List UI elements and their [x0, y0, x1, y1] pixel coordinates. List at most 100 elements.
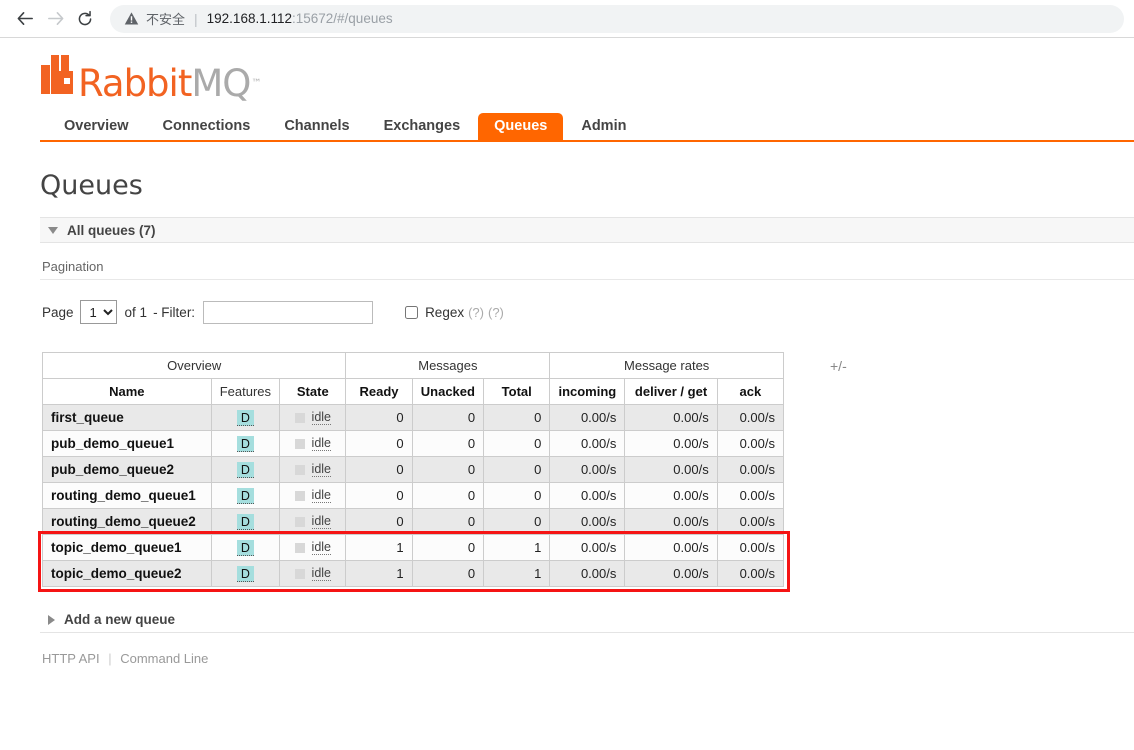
queue-name-link[interactable]: pub_demo_queue2 [42, 456, 212, 483]
tab-overview[interactable]: Overview [48, 113, 145, 141]
state-text[interactable]: idle [311, 410, 332, 425]
queue-deliver-get-rate-cell: 0.00/s [624, 482, 718, 509]
forward-arrow-icon [46, 9, 65, 28]
not-secure-warning-icon[interactable] [124, 11, 139, 26]
queue-total-cell: 0 [483, 482, 551, 509]
group-header-overview: Overview [41, 352, 347, 379]
column-header-features: Features [210, 378, 281, 405]
group-header-message-rates: Message rates [549, 352, 784, 379]
table-row[interactable]: topic_demo_queue1 Didle 1 0 1 0.00/s 0.00/s 0.0… [42, 534, 785, 561]
queue-unacked-cell: 0 [411, 560, 485, 587]
queues-table: Overview Messages Message rates Name Fea… [41, 352, 785, 587]
durable-badge[interactable]: D [236, 487, 254, 504]
queue-deliver-get-rate-cell: 0.00/s [624, 404, 718, 431]
column-header-deliver-get[interactable]: deliver / get [624, 378, 718, 405]
column-header-ack[interactable]: ack [716, 378, 785, 405]
table-row[interactable]: routing_demo_queue2 Didle 0 0 0 0.00/s 0.00/s 0… [42, 508, 785, 535]
table-row[interactable]: pub_demo_queue1 Didle 0 0 0 0.00/s 0.00/s 0.00/… [42, 430, 785, 457]
filter-input[interactable] [203, 300, 374, 324]
queue-name-link[interactable]: pub_demo_queue1 [42, 430, 212, 457]
tab-exchanges[interactable]: Exchanges [368, 113, 477, 141]
durable-badge[interactable]: D [236, 513, 254, 530]
state-text[interactable]: idle [311, 514, 332, 529]
chevron-right-icon [48, 614, 55, 625]
queue-incoming-rate-cell: 0.00/s [549, 508, 626, 535]
queue-total-cell: 0 [483, 456, 551, 483]
state-text[interactable]: idle [311, 566, 332, 581]
page-select[interactable]: 1 [79, 300, 117, 324]
column-toggle-link[interactable]: +/- [830, 358, 847, 374]
queue-unacked-cell: 0 [411, 508, 485, 535]
state-indicator: idle [288, 566, 337, 581]
state-text[interactable]: idle [311, 462, 332, 477]
table-row[interactable]: pub_demo_queue2 Didle 0 0 0 0.00/s 0.00/s 0.00/… [42, 456, 785, 483]
state-text[interactable]: idle [311, 540, 332, 555]
column-header-total[interactable]: Total [483, 378, 551, 405]
state-text[interactable]: idle [311, 436, 332, 451]
regex-help-link-1[interactable]: (?) [468, 305, 484, 320]
http-api-link[interactable]: HTTP API [42, 651, 100, 666]
queue-total-cell: 0 [483, 508, 551, 535]
back-arrow-icon [16, 9, 35, 28]
column-header-name[interactable]: Name [42, 378, 212, 405]
durable-badge[interactable]: D [236, 565, 254, 582]
column-header-incoming[interactable]: incoming [549, 378, 626, 405]
queue-deliver-get-rate-cell: 0.00/s [624, 456, 718, 483]
queue-name-link[interactable]: first_queue [42, 404, 212, 431]
queue-incoming-rate-cell: 0.00/s [549, 482, 626, 509]
column-header-ready[interactable]: Ready [345, 378, 413, 405]
tab-channels[interactable]: Channels [268, 113, 365, 141]
omnibox-divider: | [194, 10, 198, 27]
command-line-link[interactable]: Command Line [120, 651, 208, 666]
state-square-icon [294, 568, 305, 579]
url-host: 192.168.1.112 [206, 11, 292, 26]
state-square-icon [294, 490, 305, 501]
durable-badge[interactable]: D [236, 409, 254, 426]
tab-admin[interactable]: Admin [565, 113, 642, 141]
durable-badge[interactable]: D [236, 539, 254, 556]
reload-button[interactable] [70, 4, 100, 34]
pagination-controls: Page 1 of 1 - Filter: Regex (?) (?) [40, 300, 1134, 324]
add-queue-section-header[interactable]: Add a new queue [40, 607, 1134, 633]
queue-name-link[interactable]: routing_demo_queue1 [42, 482, 212, 509]
queue-name-link[interactable]: routing_demo_queue2 [42, 508, 212, 535]
trademark-symbol: ™ [251, 78, 261, 89]
logo-wordmark: RabbitMQ™ [78, 65, 261, 102]
queue-ack-rate-cell: 0.00/s [716, 482, 785, 509]
queue-name-link[interactable]: topic_demo_queue1 [42, 534, 212, 561]
all-queues-section-header[interactable]: All queues (7) [40, 217, 1134, 243]
back-button[interactable] [10, 4, 40, 34]
durable-badge[interactable]: D [236, 435, 254, 452]
address-bar[interactable]: 不安全 | 192.168.1.112:15672/#/queues [110, 4, 1124, 33]
queue-ready-cell: 0 [345, 430, 413, 457]
durable-badge[interactable]: D [236, 461, 254, 478]
column-header-unacked[interactable]: Unacked [411, 378, 485, 405]
regex-checkbox[interactable] [405, 305, 419, 319]
queue-total-cell: 0 [483, 404, 551, 431]
group-header-row: Overview Messages Message rates [41, 352, 784, 379]
queue-incoming-rate-cell: 0.00/s [549, 456, 626, 483]
queue-ack-rate-cell: 0.00/s [716, 534, 785, 561]
table-row[interactable]: routing_demo_queue1 Didle 0 0 0 0.00/s 0.00/s 0… [42, 482, 785, 509]
state-indicator: idle [288, 540, 337, 555]
main-navigation: Overview Connections Channels Exchanges … [40, 110, 1134, 142]
tab-queues[interactable]: Queues [478, 112, 564, 140]
queue-ready-cell: 1 [345, 560, 413, 587]
state-text[interactable]: idle [311, 488, 332, 503]
tab-connections[interactable]: Connections [147, 113, 267, 141]
table-row[interactable]: first_queue Didle 0 0 0 0.00/s 0.00/s 0.00/s [42, 404, 785, 431]
filter-label: - Filter: [153, 304, 196, 320]
regex-help-link-2[interactable]: (?) [488, 305, 504, 320]
state-square-icon [294, 464, 305, 475]
forward-button[interactable] [40, 4, 70, 34]
column-header-state[interactable]: State [279, 378, 347, 405]
queue-features-cell: D [210, 560, 281, 587]
pagination-divider [40, 279, 1134, 280]
page-title: Queues [40, 170, 143, 201]
rabbitmq-logo[interactable]: RabbitMQ™ [40, 55, 1134, 102]
queue-ack-rate-cell: 0.00/s [716, 404, 785, 431]
queue-name-link[interactable]: topic_demo_queue2 [42, 560, 212, 587]
queue-deliver-get-rate-cell: 0.00/s [624, 430, 718, 457]
table-row[interactable]: topic_demo_queue2 Didle 1 0 1 0.00/s 0.00/s 0.0… [42, 560, 785, 587]
state-square-icon [294, 542, 305, 553]
